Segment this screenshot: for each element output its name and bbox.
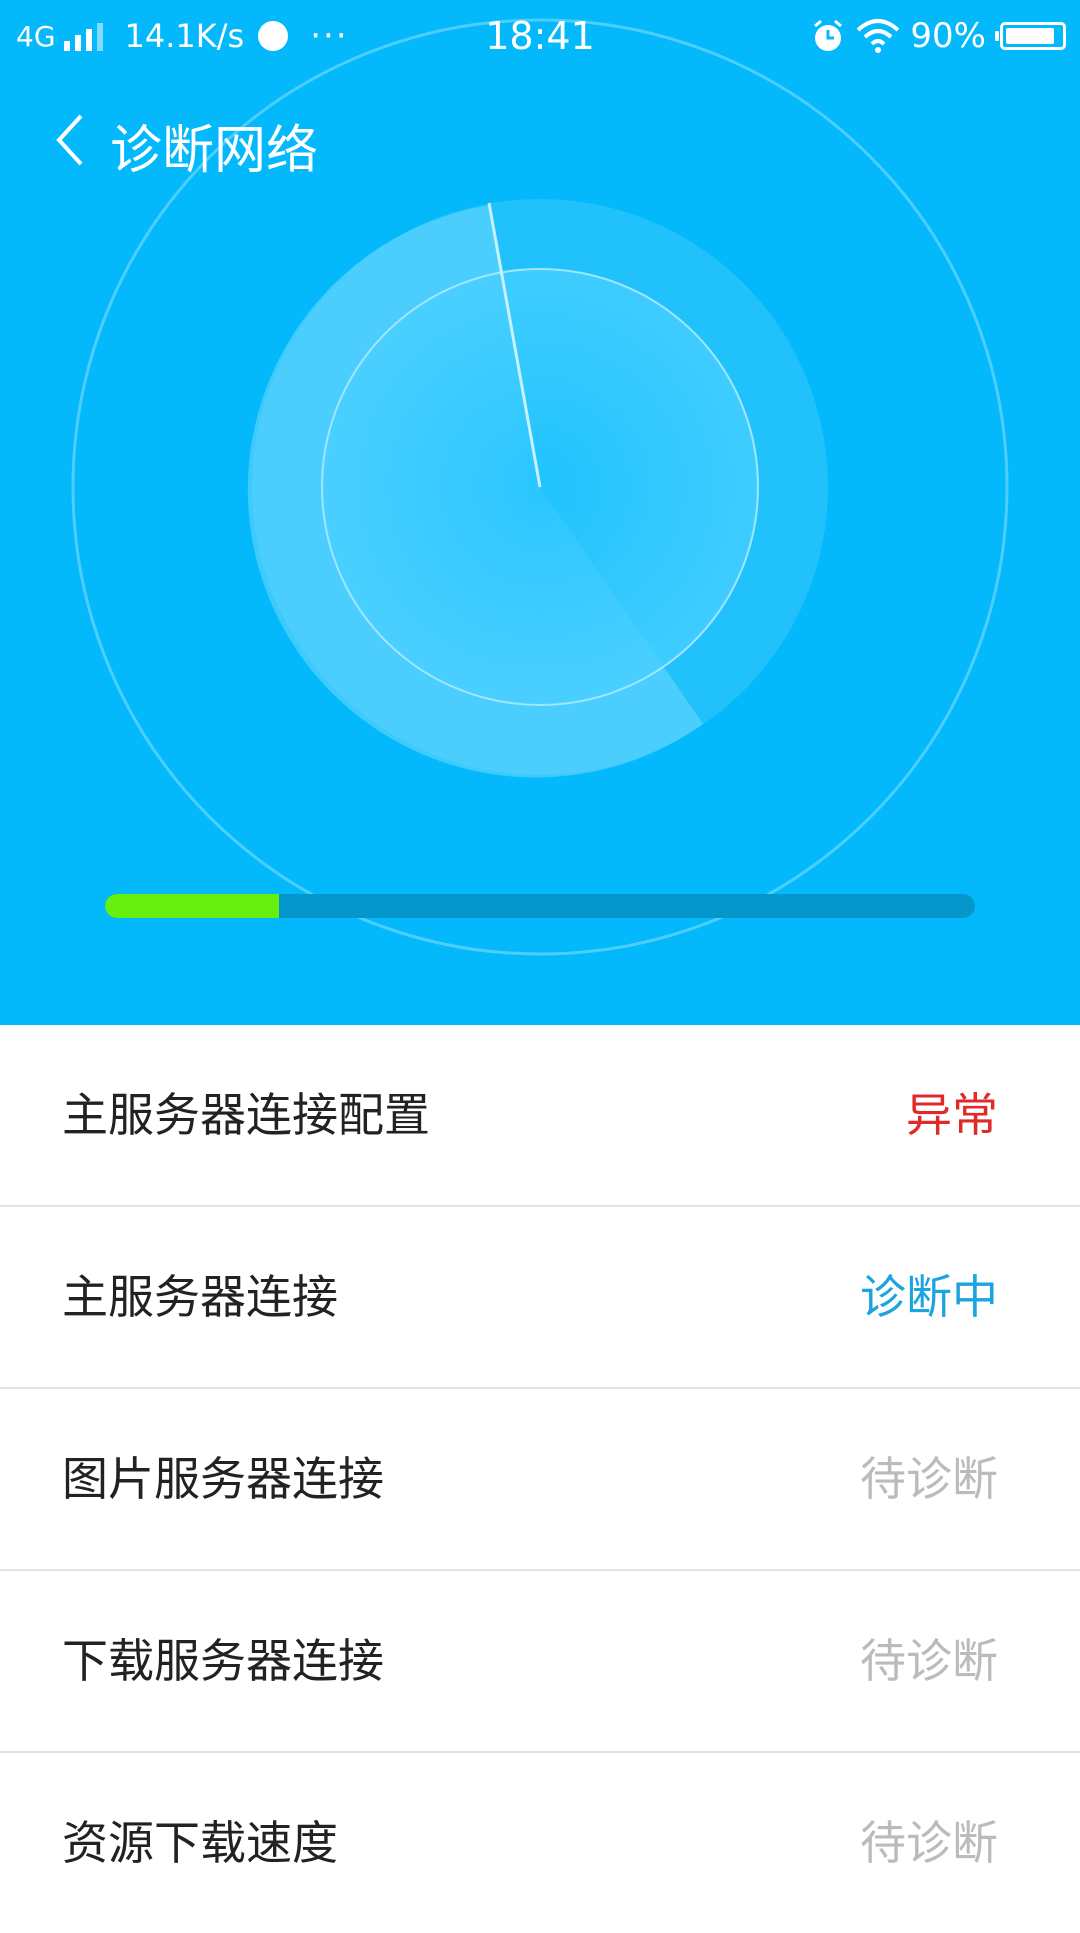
check-label: 下载服务器连接 [62,1634,384,1688]
check-status: 异常 [906,1088,998,1142]
check-status: 待诊断 [860,1634,998,1688]
diagnosis-progress-bar [105,894,975,918]
check-label: 图片服务器连接 [62,1452,384,1506]
list-item: 主服务器连接 诊断中 [0,1207,1080,1389]
alarm-icon [814,19,843,51]
wifi-icon [857,19,900,53]
battery-icon [995,22,1066,50]
check-label: 资源下载速度 [62,1816,338,1870]
list-item: 主服务器连接配置 异常 [0,1025,1080,1207]
list-item: 资源下载速度 待诊断 [0,1753,1080,1933]
diagnosis-panel: 4G 14.1K/s ··· 18:41 90% 诊断网络 [0,0,1080,1025]
chevron-left-icon [56,114,83,166]
check-status: 待诊断 [860,1452,998,1506]
check-label: 主服务器连接 [62,1270,338,1324]
page-title: 诊断网络 [110,121,319,181]
status-bar: 4G 14.1K/s ··· 18:41 90% [0,0,1080,70]
app-header: 诊断网络 [0,100,1080,181]
list-item: 图片服务器连接 待诊断 [0,1389,1080,1571]
check-status: 待诊断 [860,1816,998,1870]
battery-percent: 90% [910,16,986,56]
list-item: 下载服务器连接 待诊断 [0,1571,1080,1753]
back-button[interactable] [40,110,100,170]
check-label: 主服务器连接配置 [62,1088,430,1142]
progress-fill [105,894,279,918]
check-status: 诊断中 [860,1270,998,1324]
diagnosis-check-list: 主服务器连接配置 异常 主服务器连接 诊断中 图片服务器连接 待诊断 下载服务器连接 待诊断资… [0,1025,1080,1933]
